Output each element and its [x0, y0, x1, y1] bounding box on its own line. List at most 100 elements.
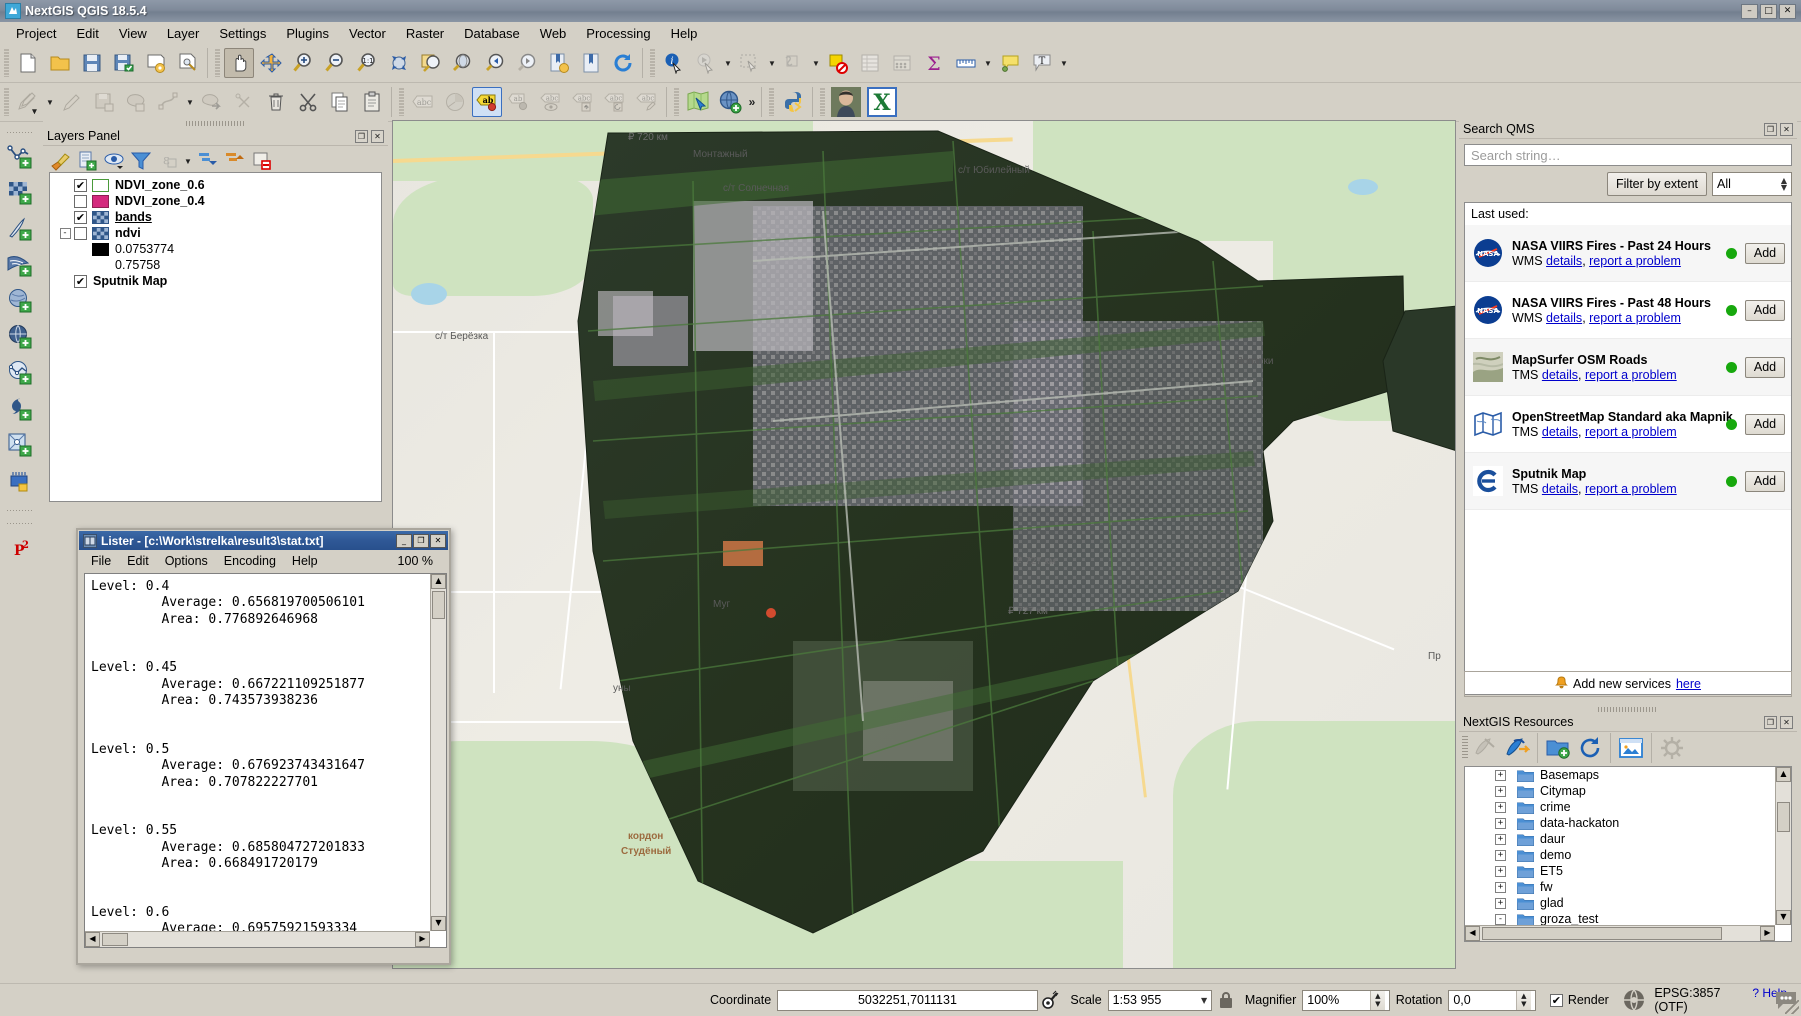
qms-details-link[interactable]: details [1546, 311, 1582, 325]
menu-project[interactable]: Project [6, 24, 66, 43]
ngw-settings-icon[interactable] [1657, 733, 1687, 763]
qms-result-item[interactable]: Sputnik Map TMS details, report a proble… [1465, 453, 1791, 510]
add-wms-layer-icon[interactable] [3, 320, 37, 354]
qms-type-filter-select[interactable]: All ▲▼ [1712, 172, 1792, 196]
add-mssql-layer-icon[interactable] [3, 428, 37, 462]
expand-icon[interactable]: + [1495, 866, 1506, 877]
zoom-out-icon[interactable] [320, 48, 350, 78]
menu-processing[interactable]: Processing [576, 24, 660, 43]
close-panel-button[interactable]: ✕ [371, 130, 384, 143]
save-layer-edits-icon[interactable] [89, 87, 119, 117]
lock-scale-icon[interactable] [1213, 987, 1238, 1013]
expand-all-icon[interactable] [195, 148, 221, 174]
node-tool-icon[interactable] [229, 87, 259, 117]
toolbar-overflow-icon[interactable]: » [746, 87, 758, 117]
ngr-tree-item[interactable]: + ET5 [1465, 863, 1791, 879]
change-label-icon[interactable]: abc [632, 87, 662, 117]
search-qms-icon[interactable] [683, 87, 713, 117]
open-attribute-table-icon[interactable] [855, 48, 885, 78]
qms-result-item[interactable]: NASA NASA VIIRS Fires - Past 24 Hours WM… [1465, 225, 1791, 282]
toolbar-handle[interactable] [767, 88, 775, 116]
menu-database[interactable]: Database [454, 24, 530, 43]
expand-icon[interactable]: + [1495, 882, 1506, 893]
toolbar-handle[interactable] [1462, 736, 1468, 760]
add-delimited-text-layer-icon[interactable] [3, 212, 37, 246]
coordinate-input[interactable]: 5032251,7011131 [777, 990, 1038, 1011]
ngr-tree-item[interactable]: + crime [1465, 799, 1791, 815]
pan-to-selection-icon[interactable] [256, 48, 286, 78]
new-bookmark-icon[interactable] [544, 48, 574, 78]
chevron-down-icon[interactable]: ▼ [982, 48, 994, 78]
ngr-tree-item[interactable]: + glad [1465, 895, 1791, 911]
add-ring-icon[interactable] [153, 87, 183, 117]
maximize-button[interactable]: □ [1760, 4, 1777, 19]
layer-visibility-checkbox[interactable]: ✔ [74, 275, 87, 288]
panel-drag-handle[interactable] [186, 120, 246, 127]
scale-select[interactable]: 1:53 955 ▼ [1108, 990, 1213, 1011]
layer-row-bands[interactable]: ✔ bands [52, 209, 379, 225]
render-toggle[interactable]: ✔ Render [1550, 993, 1609, 1007]
move-label-icon[interactable]: abc [568, 87, 598, 117]
zoom-full-icon[interactable] [384, 48, 414, 78]
pan-map-icon[interactable] [224, 48, 254, 78]
lister-maximize-button[interactable]: ❐ [413, 534, 429, 548]
chevron-down-icon[interactable]: ▼ [722, 48, 734, 78]
expand-icon[interactable]: + [1495, 850, 1506, 861]
lister-minimize-button[interactable]: _ [396, 534, 412, 548]
qms-add-button[interactable]: Add [1745, 414, 1785, 435]
label-abc-icon[interactable]: abc [408, 87, 438, 117]
zoom-native-icon[interactable]: 1:1 [352, 48, 382, 78]
scroll-up-icon[interactable]: ▲ [431, 574, 446, 589]
rotate-label-icon[interactable]: abc [600, 87, 630, 117]
float-panel-button[interactable]: ❐ [1764, 716, 1777, 729]
add-virtual-layer-icon[interactable] [3, 464, 37, 498]
menu-layer[interactable]: Layer [157, 24, 210, 43]
lister-titlebar[interactable]: Lister - [c:\Work\strelka\result3\stat.t… [79, 531, 448, 550]
qms-result-item[interactable]: OpenStreetMap Standard aka Mapnik TMS de… [1465, 396, 1791, 453]
deselect-features-icon[interactable] [779, 48, 809, 78]
layer-visibility-checkbox[interactable] [74, 227, 87, 240]
layers-tree[interactable]: ✔ NDVI_zone_0.6 NDVI_zone_0.4 ✔ bands [49, 172, 382, 502]
zoom-last-icon[interactable] [480, 48, 510, 78]
filter-legend-by-expression-icon[interactable]: ε [155, 148, 181, 174]
add-oracle-layer-icon[interactable] [3, 392, 37, 426]
toolbar-handle[interactable] [7, 520, 33, 527]
new-project-icon[interactable] [13, 48, 43, 78]
scroll-left-icon[interactable]: ◀ [1465, 926, 1480, 941]
zoom-in-icon[interactable] [288, 48, 318, 78]
expand-icon[interactable]: + [1495, 898, 1506, 909]
chevron-down-icon[interactable]: ▼ [184, 87, 196, 117]
menu-raster[interactable]: Raster [396, 24, 454, 43]
toolbar-handle[interactable] [7, 129, 33, 136]
layer-visibility-checkbox[interactable]: ✔ [74, 179, 87, 192]
scroll-up-icon[interactable]: ▲ [1776, 767, 1791, 782]
ngr-vertical-scrollbar[interactable]: ▲ ▼ [1775, 767, 1791, 925]
lister-text-area[interactable]: Level: 0.4 Average: 0.656819700506101 Ar… [84, 573, 447, 948]
qms-details-link[interactable]: details [1542, 368, 1578, 382]
run-feature-action-icon[interactable] [691, 48, 721, 78]
measure-line-icon[interactable] [951, 48, 981, 78]
menu-edit[interactable]: Edit [66, 24, 108, 43]
toggle-editing-icon[interactable] [57, 87, 87, 117]
remove-layer-icon[interactable] [249, 148, 275, 174]
scroll-thumb[interactable] [432, 591, 445, 619]
window-resize-grip[interactable] [1785, 1000, 1799, 1014]
ngw-disconnect-icon[interactable] [1470, 733, 1500, 763]
lister-window[interactable]: Lister - [c:\Work\strelka\result3\stat.t… [76, 528, 451, 965]
add-wfs-layer-icon[interactable] [3, 356, 37, 390]
qms-details-link[interactable]: details [1542, 425, 1578, 439]
scroll-thumb[interactable] [102, 933, 128, 946]
ngw-connect-icon[interactable] [1502, 733, 1532, 763]
qms-add-button[interactable]: Add [1745, 471, 1785, 492]
copy-features-icon[interactable] [325, 87, 355, 117]
cut-features-icon[interactable] [293, 87, 323, 117]
composer-manager-icon[interactable] [173, 48, 203, 78]
save-project-as-icon[interactable] [109, 48, 139, 78]
close-button[interactable]: ✕ [1779, 4, 1796, 19]
p2-plugin-icon[interactable]: P2 [3, 531, 37, 565]
ngr-horizontal-scrollbar[interactable]: ◀ ▶ [1465, 925, 1775, 941]
refresh-icon[interactable] [608, 48, 638, 78]
layer-labeling-icon[interactable]: ab [472, 87, 502, 117]
qms-report-link[interactable]: report a problem [1585, 425, 1677, 439]
zoom-to-layer-icon[interactable] [416, 48, 446, 78]
